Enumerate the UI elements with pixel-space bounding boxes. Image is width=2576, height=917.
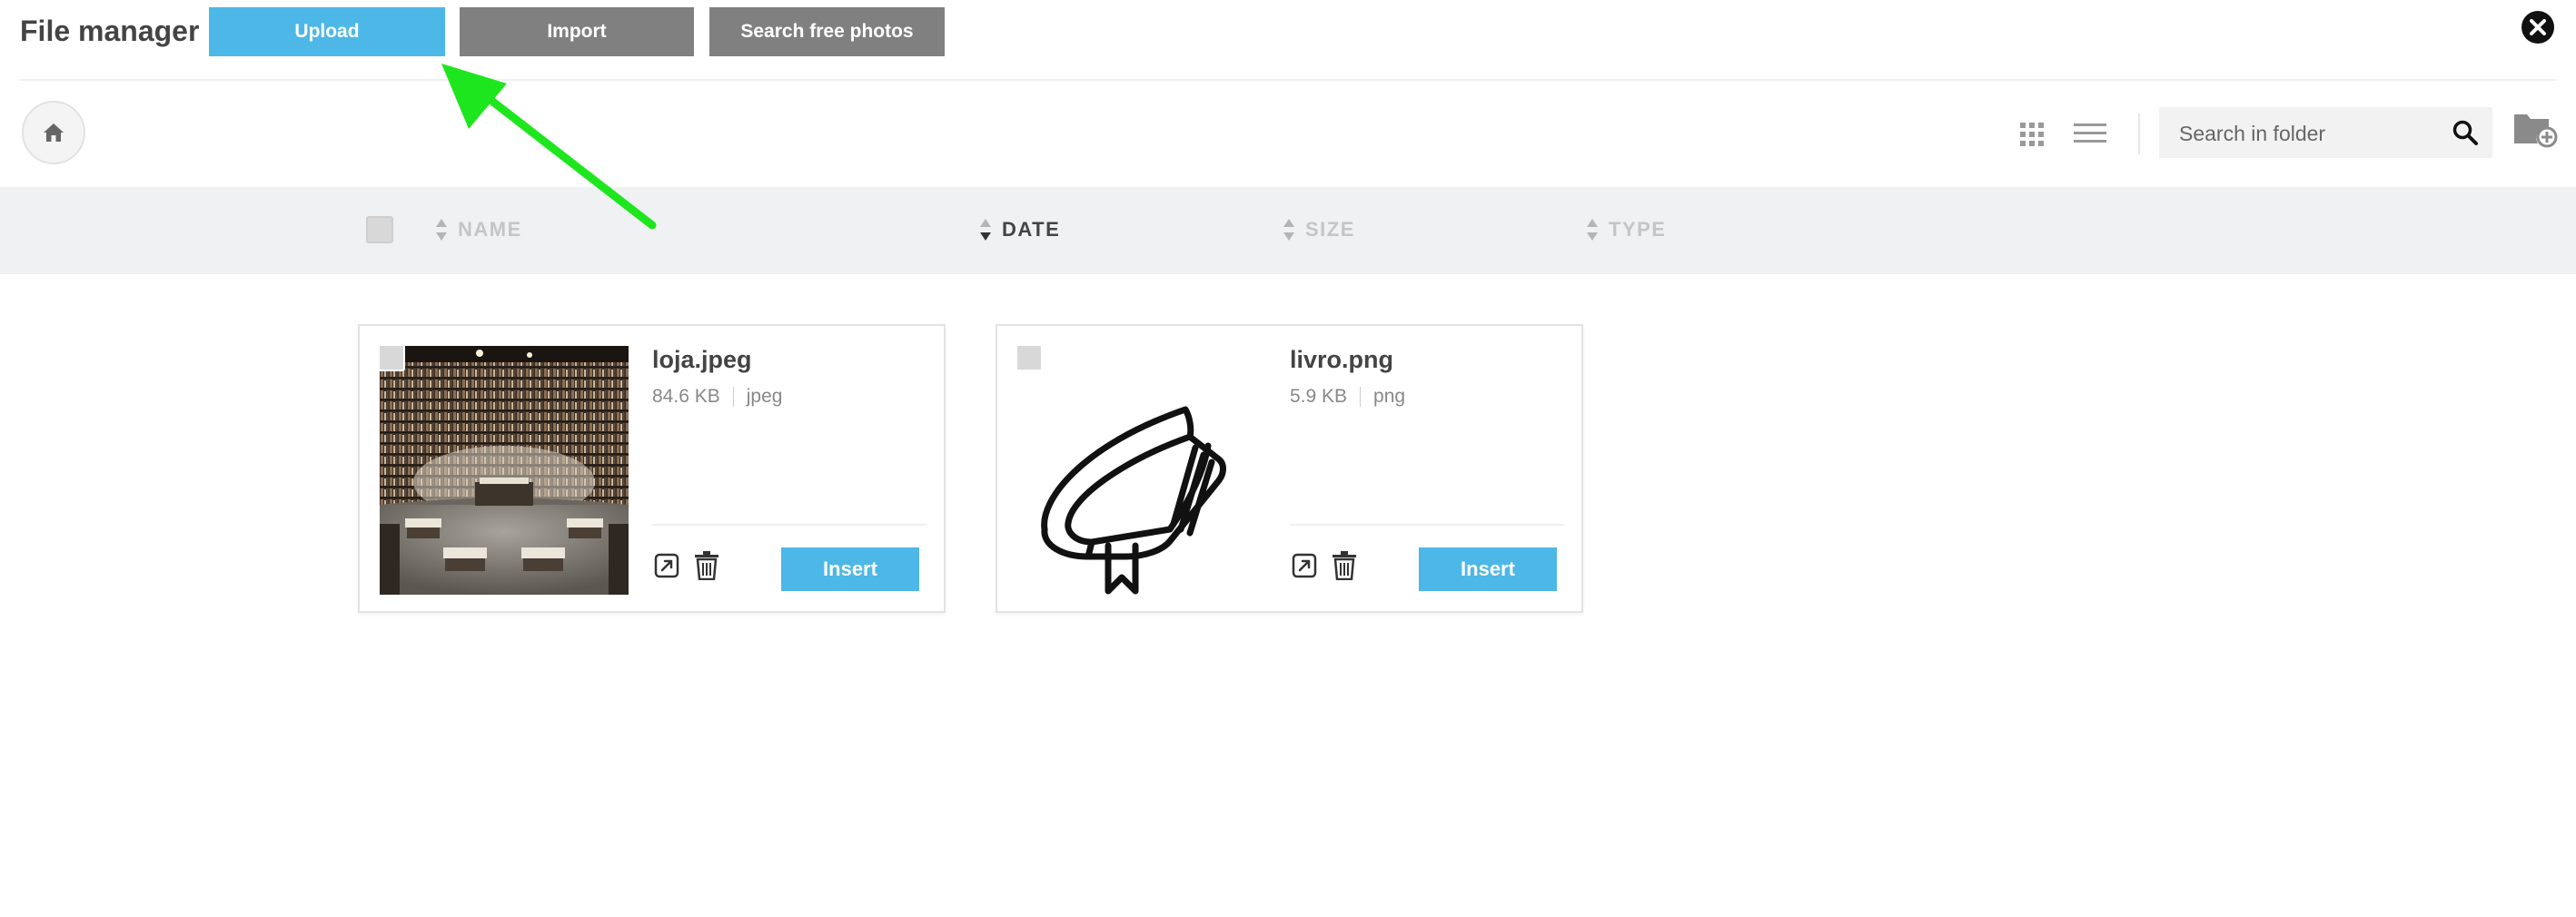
file-checkbox[interactable] bbox=[378, 344, 405, 371]
file-size: 5.9 KB bbox=[1290, 386, 1348, 407]
file-size: 84.6 KB bbox=[652, 386, 720, 407]
sort-bar: NAME DATE SIZE TYPE bbox=[0, 187, 2576, 274]
file-meta: 5.9 KB png bbox=[1290, 386, 1405, 408]
meta-separator bbox=[1360, 387, 1362, 407]
meta-separator bbox=[732, 387, 734, 407]
edit-icon[interactable] bbox=[1292, 553, 1317, 578]
file-card[interactable]: loja.jpeg 84.6 KB jpeg Insert bbox=[358, 324, 946, 613]
sort-label-type: TYPE bbox=[1609, 218, 1667, 241]
trash-icon[interactable] bbox=[1332, 551, 1357, 580]
file-checkbox[interactable] bbox=[1016, 344, 1043, 371]
header: File manager Upload Import Search free p… bbox=[0, 0, 2576, 80]
home-button[interactable] bbox=[22, 101, 85, 164]
sort-arrows-icon bbox=[1587, 219, 1598, 241]
annotation-arrow bbox=[441, 64, 657, 230]
trash-icon[interactable] bbox=[694, 551, 719, 580]
file-thumbnail[interactable] bbox=[380, 346, 629, 595]
select-all-checkbox[interactable] bbox=[366, 216, 393, 243]
file-meta: 84.6 KB jpeg bbox=[652, 386, 782, 408]
sort-arrows-icon bbox=[1283, 219, 1294, 241]
grid-view-icon[interactable] bbox=[2018, 121, 2046, 148]
sort-arrows-icon bbox=[980, 219, 991, 241]
card-divider bbox=[652, 524, 926, 526]
file-type: jpeg bbox=[746, 386, 783, 407]
sort-label-size: SIZE bbox=[1305, 218, 1355, 241]
home-icon bbox=[44, 123, 64, 142]
toolbar-separator bbox=[2138, 113, 2140, 154]
import-button[interactable]: Import bbox=[460, 7, 694, 56]
search-input[interactable] bbox=[2177, 107, 2435, 160]
file-name: livro.png bbox=[1290, 346, 1393, 373]
sort-by-size[interactable]: SIZE bbox=[1282, 214, 1355, 245]
edit-icon[interactable] bbox=[654, 553, 679, 578]
insert-button[interactable]: Insert bbox=[1419, 547, 1557, 591]
page-title: File manager bbox=[20, 15, 200, 47]
card-divider bbox=[1290, 524, 1564, 526]
book-icon[interactable] bbox=[1017, 346, 1266, 595]
sort-label-date: DATE bbox=[1002, 218, 1061, 241]
search-icon[interactable] bbox=[2452, 119, 2479, 146]
sort-by-type[interactable]: TYPE bbox=[1585, 214, 1666, 245]
insert-button[interactable]: Insert bbox=[781, 547, 919, 591]
header-divider bbox=[20, 79, 2556, 81]
file-type: png bbox=[1373, 386, 1406, 407]
file-name: loja.jpeg bbox=[652, 346, 752, 373]
list-view-icon[interactable] bbox=[2074, 122, 2106, 145]
file-card[interactable]: livro.png 5.9 KB png Insert bbox=[996, 324, 1583, 613]
folder-add-icon[interactable] bbox=[2512, 109, 2558, 149]
close-icon[interactable] bbox=[2520, 9, 2556, 45]
search-box bbox=[2159, 107, 2492, 160]
upload-button[interactable]: Upload bbox=[209, 7, 445, 56]
sort-by-date[interactable]: DATE bbox=[978, 214, 1060, 245]
search-free-photos-button[interactable]: Search free photos bbox=[709, 7, 945, 56]
